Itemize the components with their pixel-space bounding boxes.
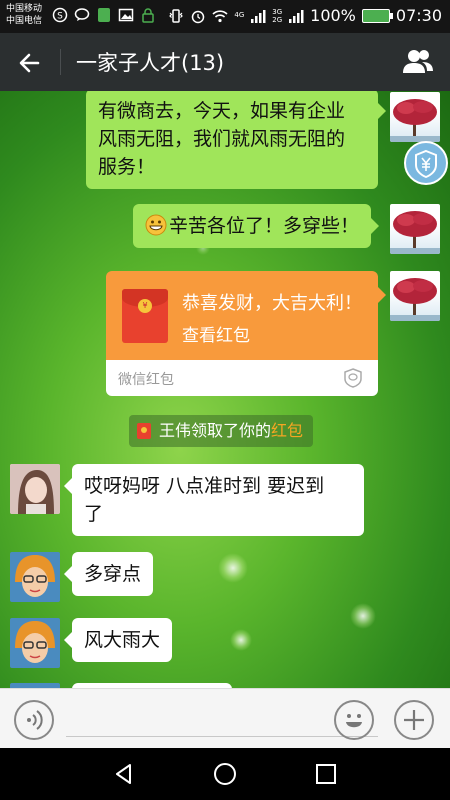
plus-icon xyxy=(404,710,424,730)
girl-avatar-image xyxy=(10,464,60,514)
group-members-icon[interactable] xyxy=(400,46,436,78)
svg-text:S: S xyxy=(57,12,63,22)
nav-back-icon[interactable] xyxy=(110,760,138,788)
message-line: 风雨无阻，我们就风雨无阻的 xyxy=(98,128,346,150)
message-bubble-incoming[interactable]: 哎呀妈呀 八点准时到 要迟到 了 xyxy=(64,464,364,536)
chat-area[interactable]: 有微商去，今天，如果有企业 风雨无阻，我们就风雨无阻的 服务！ 辛苦各位了！多穿… xyxy=(0,91,450,688)
wechat-notification-icon xyxy=(98,8,110,22)
red-packet-title: 恭喜发财，大吉大利！ xyxy=(182,293,362,314)
status-right: 4G 3G 2G 100% 07:30 xyxy=(168,6,442,25)
sender-avatar[interactable] xyxy=(10,618,60,668)
chat-notification-icon xyxy=(74,8,90,21)
message-bubble-incoming[interactable]: 多穿点 xyxy=(63,552,154,596)
wifi-icon xyxy=(212,9,228,22)
cartoon-face-avatar-image xyxy=(10,618,60,668)
header-divider xyxy=(60,49,61,75)
bg-glow xyxy=(230,629,252,651)
my-avatar[interactable] xyxy=(390,271,440,321)
emoji-icon xyxy=(346,714,362,728)
system-nav-bar xyxy=(0,748,450,800)
cartoon-face-avatar-image xyxy=(10,552,60,602)
wechat-pay-icon xyxy=(344,368,362,388)
message-text: 辛苦各位了！多穿些！ xyxy=(169,215,360,237)
message-line: 哎呀妈呀 八点准时到 要迟到 xyxy=(84,475,325,497)
system-notice: 王伟领取了你的红包 xyxy=(129,415,314,447)
my-avatar[interactable] xyxy=(390,92,440,142)
message-line: 了 xyxy=(84,503,104,525)
red-packet-action: 查看红包 xyxy=(182,326,250,346)
red-packet-brand: 微信红包 xyxy=(118,372,174,388)
voice-icon xyxy=(27,710,43,730)
small-red-packet-icon xyxy=(137,423,151,439)
bg-glow xyxy=(350,603,376,629)
notification-icons: S xyxy=(52,7,156,23)
plus-button[interactable] xyxy=(394,700,434,740)
sender-avatar[interactable] xyxy=(10,552,60,602)
envelope-seal: ¥ xyxy=(138,299,152,313)
status-bar: 中国移动 中国电信 S 4G 3G 2G 100% 07:30 xyxy=(0,0,450,33)
carrier-2: 中国电信 xyxy=(6,16,43,26)
red-packet-link[interactable]: 红包 xyxy=(271,421,303,440)
floating-yuan-button[interactable] xyxy=(404,141,448,185)
message-text: 风大雨大 xyxy=(84,629,161,651)
message-line: 有微商去，今天，如果有企业 xyxy=(98,100,346,122)
nav-recents-icon[interactable] xyxy=(312,760,340,788)
signal-icon-2 xyxy=(289,9,304,23)
image-notification-icon xyxy=(118,8,134,22)
emoji-button[interactable] xyxy=(334,700,374,740)
tree-avatar-image xyxy=(390,211,440,254)
network-type-1: 4G xyxy=(234,12,244,19)
message-line: 服务！ xyxy=(98,156,156,178)
tree-avatar-image xyxy=(390,278,440,321)
lock-notification-icon xyxy=(142,8,154,23)
carrier-1: 中国移动 xyxy=(6,4,43,14)
notice-text: 王伟领取了你的 xyxy=(159,421,272,440)
signal-icon-1 xyxy=(251,9,266,23)
yuan-shield-icon xyxy=(415,149,437,179)
red-packet-card[interactable]: ¥ 恭喜发财，大吉大利！ 查看红包 微信红包 xyxy=(106,271,378,396)
message-bubble-incoming[interactable]: 风大雨大 xyxy=(63,618,173,662)
message-input[interactable] xyxy=(66,736,378,737)
sender-avatar[interactable] xyxy=(10,464,60,514)
vibrate-icon xyxy=(169,8,184,23)
battery-percent: 100% xyxy=(310,6,356,25)
chat-title: 一家子人才(13) xyxy=(76,51,225,75)
net-2-label: 3G xyxy=(272,7,283,16)
red-packet-footer: 微信红包 xyxy=(106,360,378,396)
network-type-2: 3G 2G xyxy=(272,8,282,24)
tree-avatar-image xyxy=(390,99,440,142)
alarm-icon xyxy=(192,10,205,23)
voice-button[interactable] xyxy=(14,700,54,740)
bg-glow xyxy=(218,553,248,583)
message-bubble-outgoing[interactable]: 辛苦各位了！多穿些！ xyxy=(133,204,380,248)
carriers: 中国移动 中国电信 xyxy=(6,3,42,27)
nav-home-icon[interactable] xyxy=(211,760,239,788)
clock: 07:30 xyxy=(395,6,442,25)
back-arrow-icon[interactable] xyxy=(12,45,48,81)
net-1-label: 4G xyxy=(234,11,245,19)
chat-header: 一家子人才(13) xyxy=(0,33,450,91)
s-app-icon: S xyxy=(52,7,68,23)
net-3-label: 2G xyxy=(272,15,283,24)
input-bar xyxy=(0,688,450,748)
message-bubble-outgoing[interactable]: 有微商去，今天，如果有企业 风雨无阻，我们就风雨无阻的 服务！ xyxy=(86,91,386,189)
red-packet-body: ¥ 恭喜发财，大吉大利！ 查看红包 xyxy=(106,271,378,360)
red-envelope-icon: ¥ xyxy=(122,289,168,343)
my-avatar[interactable] xyxy=(390,204,440,254)
grinning-face-icon xyxy=(145,214,167,236)
message-text: 多穿点 xyxy=(84,563,142,585)
red-packet-tail xyxy=(378,287,386,303)
battery-icon xyxy=(361,8,393,23)
